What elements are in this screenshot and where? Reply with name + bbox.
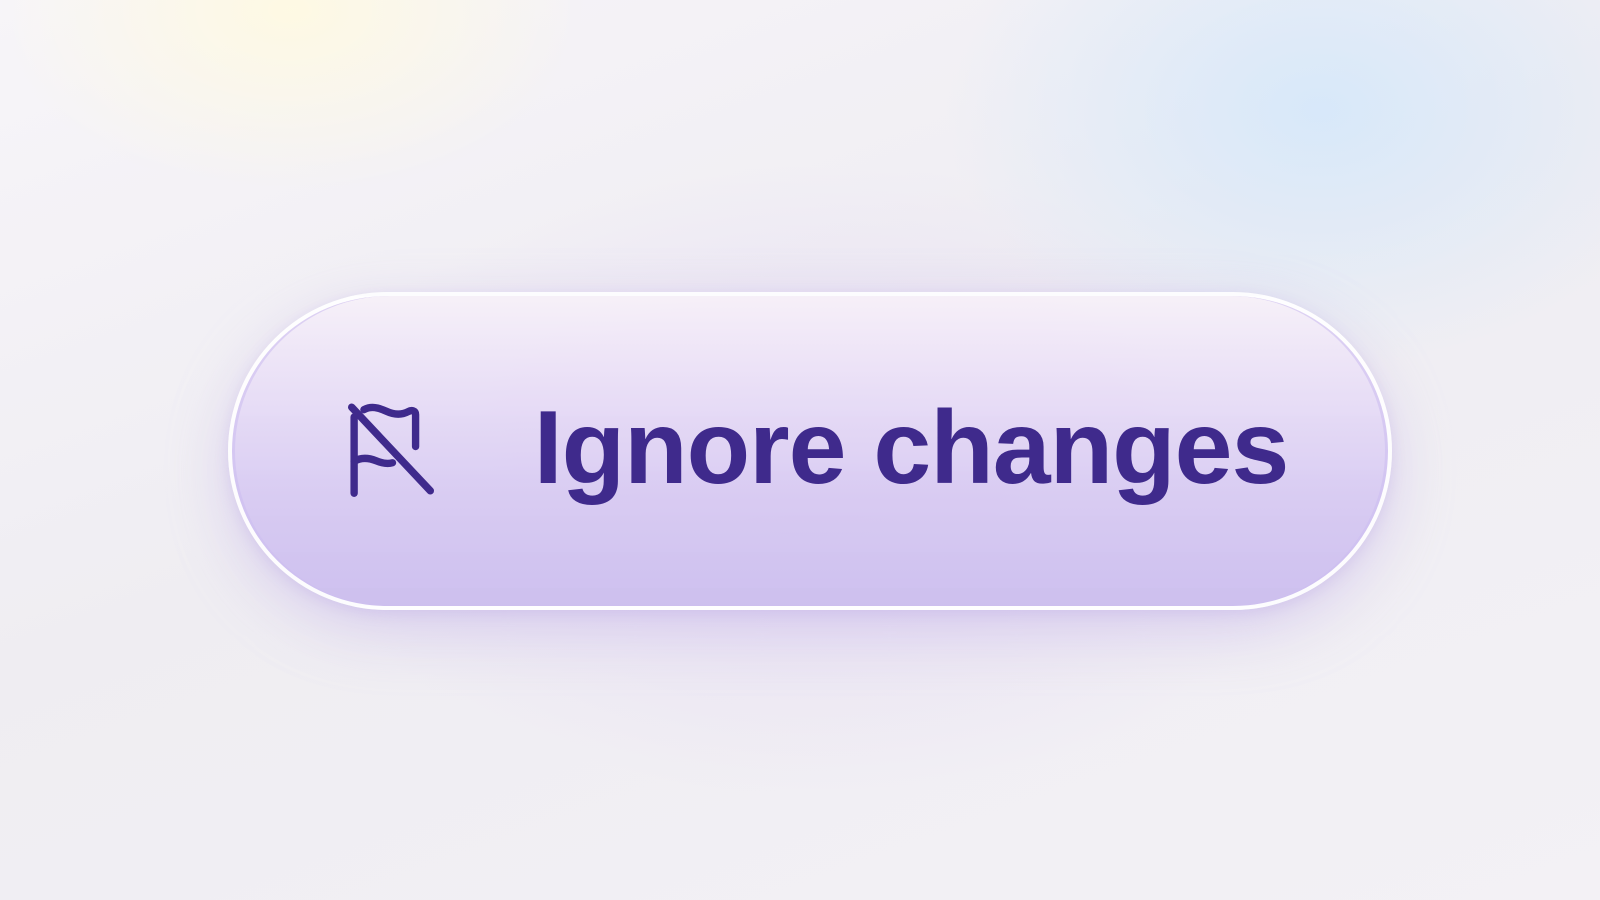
button-label: Ignore changes	[533, 389, 1290, 506]
flag-off-icon	[332, 390, 450, 508]
ignore-changes-button[interactable]: Ignore changes	[228, 292, 1392, 610]
background: Ignore changes	[0, 0, 1600, 900]
